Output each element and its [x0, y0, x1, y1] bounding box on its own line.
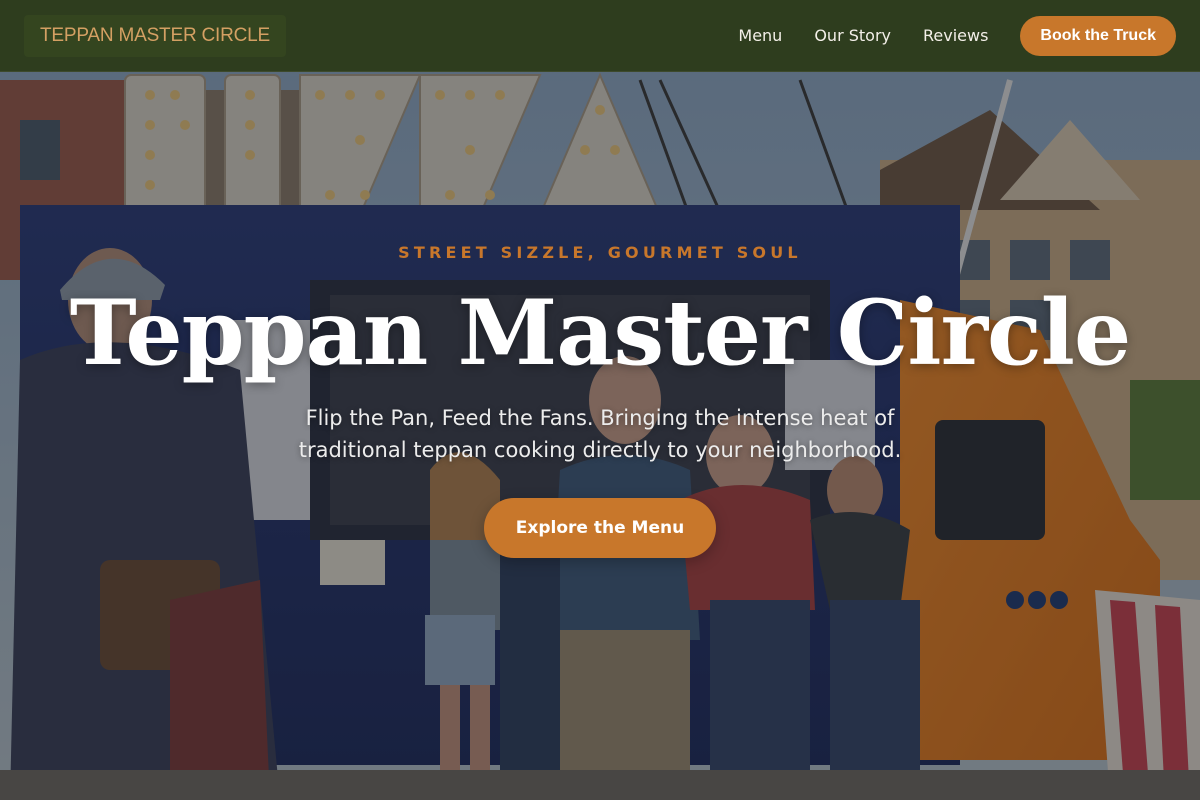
- hero-content: STREET SIZZLE, GOURMET SOUL Teppan Maste…: [0, 0, 1200, 800]
- hero-tagline: STREET SIZZLE, GOURMET SOUL: [398, 243, 802, 262]
- nav-link-reviews[interactable]: Reviews: [923, 26, 988, 45]
- explore-menu-button[interactable]: Explore the Menu: [484, 498, 716, 558]
- nav-links: Menu Our Story Reviews Book the Truck: [738, 15, 1176, 56]
- hero-title: Teppan Master Circle: [69, 280, 1132, 386]
- top-navbar: TEPPAN MASTER CIRCLE Menu Our Story Revi…: [0, 0, 1200, 72]
- nav-link-our-story[interactable]: Our Story: [814, 26, 891, 45]
- nav-link-menu[interactable]: Menu: [738, 26, 782, 45]
- hero-subtitle: Flip the Pan, Feed the Fans. Bringing th…: [298, 406, 902, 462]
- book-the-truck-button[interactable]: Book the Truck: [1020, 15, 1176, 56]
- brand-logo-text[interactable]: TEPPAN MASTER CIRCLE: [24, 14, 287, 57]
